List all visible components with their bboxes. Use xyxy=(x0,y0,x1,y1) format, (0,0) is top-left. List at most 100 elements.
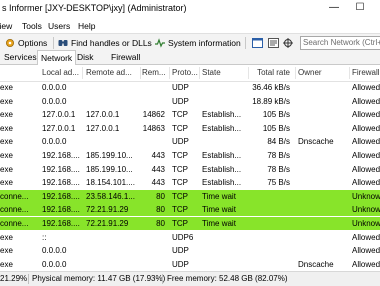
column-firewall[interactable]: Firewall xyxy=(352,65,380,81)
column-remote-address[interactable]: Remote ad... xyxy=(86,65,138,81)
cell-owner xyxy=(298,149,348,162)
cell-remote-port xyxy=(140,95,165,108)
cell-process: exe xyxy=(0,123,13,133)
cell-process: exe xyxy=(0,178,13,188)
properties-button[interactable] xyxy=(268,36,281,50)
column-total-rate[interactable]: Total rate xyxy=(250,65,290,81)
cell-protocol: TCP xyxy=(172,178,188,188)
menu-view[interactable]: View xyxy=(0,21,12,31)
menu-help[interactable]: Help xyxy=(78,21,95,31)
tab-services[interactable]: Services xyxy=(1,51,40,63)
system-information-button[interactable]: System information xyxy=(155,36,241,50)
table-row[interactable]: exe 0.0.0.0 UDP Dnscache Allowed xyxy=(0,258,380,271)
maximize-button[interactable]: ☐ xyxy=(348,0,372,18)
status-divider xyxy=(28,274,29,284)
table-row[interactable]: exe 127.0.0.1 127.0.0.1 14862 TCP Establish..… xyxy=(0,108,380,121)
cell-firewall: Allowed xyxy=(352,96,380,106)
table-row[interactable]: exe:: UDP6 Allowed xyxy=(0,231,380,244)
window-layout-button[interactable] xyxy=(252,36,265,50)
find-handles-button[interactable]: Find handles or DLLs xyxy=(58,36,152,50)
cell-firewall: Allowed xyxy=(352,164,380,174)
cell-local-address: 192.168.... xyxy=(42,178,80,188)
table-row[interactable]: exe 192.168.... 185.199.10... 443 TCP Establi… xyxy=(0,163,380,176)
cell-total-rate: 78 B/s xyxy=(267,151,290,160)
minimize-button[interactable]: — xyxy=(322,0,346,18)
cell-process: exe xyxy=(0,83,13,92)
cell-remote-port xyxy=(140,231,165,244)
cell-total-rate: 78 B/s xyxy=(267,164,290,174)
cell-owner xyxy=(298,176,348,189)
find-handles-label: Find handles or DLLs xyxy=(71,38,152,48)
options-label: Options xyxy=(18,38,48,48)
free-memory: Free memory: 52.48 GB (82.07%) xyxy=(167,274,288,283)
toolbar-divider xyxy=(53,37,54,49)
cell-firewall: Allowed xyxy=(352,110,380,120)
column-protocol[interactable]: Proto... xyxy=(172,65,198,81)
table-row[interactable]: conne... 192.168.... 72.21.91.29 80 TCP Time … xyxy=(0,217,380,230)
column-local-address[interactable]: Local ad... xyxy=(42,65,80,81)
cell-remote-port xyxy=(140,244,165,257)
physical-memory: Physical memory: 11.47 GB (17.93%) xyxy=(32,274,166,283)
table-row[interactable]: conne... 192.168.... 23.58.146.1... 80 TCP Ti… xyxy=(0,189,380,203)
target-button[interactable] xyxy=(283,36,296,50)
tab-firewall[interactable]: Firewall xyxy=(108,51,143,63)
cell-remote-address: 72.21.91.29 xyxy=(86,205,129,215)
cell-remote-address: 72.21.91.29 xyxy=(86,219,129,228)
cell-process: exe xyxy=(0,110,13,120)
toolbar-divider xyxy=(245,37,246,49)
cell-protocol: UDP xyxy=(172,96,189,106)
cell-remote-address: 185.199.10... xyxy=(86,151,133,160)
cell-owner: Dnscache xyxy=(298,137,334,147)
cell-state: Establish... xyxy=(202,178,242,188)
column-state[interactable]: State xyxy=(202,65,242,81)
table-row[interactable]: exe 0.0.0.0 UDP 18.89 kB/s Allowed xyxy=(0,95,380,108)
cell-total-rate xyxy=(250,231,290,244)
table-row[interactable]: exe 0.0.0.0 UDP Allowed xyxy=(0,244,380,257)
cell-total-rate: 75 B/s xyxy=(267,178,290,188)
column-divider xyxy=(82,67,83,79)
cell-state xyxy=(202,231,248,244)
cell-owner xyxy=(298,217,348,230)
cell-remote-port xyxy=(140,258,165,271)
cell-firewall: Allowed xyxy=(352,123,380,133)
cell-state: Time wait xyxy=(202,191,236,201)
table-row[interactable]: exe 127.0.0.1 127.0.0.1 14863 TCP Establish..… xyxy=(0,122,380,135)
cell-protocol: TCP xyxy=(172,123,188,133)
cell-protocol: UDP xyxy=(172,137,189,147)
table-row[interactable]: conne... 192.168.... 72.21.91.29 80 TCP Time … xyxy=(0,203,380,217)
tab-network[interactable]: Network xyxy=(37,50,77,65)
cell-owner xyxy=(298,244,348,257)
cell-remote-port: 14863 xyxy=(142,123,165,133)
column-owner[interactable]: Owner xyxy=(298,65,338,81)
cell-local-address: 192.168.... xyxy=(42,191,80,201)
cell-process: exe xyxy=(0,164,13,174)
search-input[interactable]: Search Network (Ctrl+ xyxy=(300,36,380,50)
menu-users[interactable]: Users xyxy=(48,21,70,31)
cell-remote-port xyxy=(140,81,165,94)
cell-remote-port: 80 xyxy=(156,205,165,215)
cell-owner xyxy=(298,122,348,135)
window-icon xyxy=(252,38,263,48)
cell-total-rate xyxy=(250,190,290,203)
column-divider xyxy=(169,67,170,79)
cell-local-address: :: xyxy=(42,232,47,242)
menu-tools[interactable]: Tools xyxy=(22,21,42,31)
table-row[interactable]: exe 0.0.0.0 UDP 36.46 kB/s Allowed xyxy=(0,81,380,94)
cell-process: exe xyxy=(0,137,13,147)
status-divider xyxy=(162,274,163,284)
window-title: s Informer [JXY-DESKTOP\jxy] (Administra… xyxy=(2,3,187,13)
options-button[interactable]: Options xyxy=(5,36,47,50)
table-row[interactable]: exe 0.0.0.0 UDP 84 B/s Dnscache Allowed xyxy=(0,135,380,148)
cell-state xyxy=(202,258,248,271)
cell-local-address: 0.0.0.0 xyxy=(42,246,67,256)
tab-disk[interactable]: Disk xyxy=(74,51,97,63)
cell-remote-address xyxy=(86,81,138,94)
cell-firewall: Allowed xyxy=(352,83,380,92)
column-remote-port[interactable]: Rem... xyxy=(142,65,167,81)
table-row[interactable]: exe 192.168.... 185.199.10... 443 TCP Establi… xyxy=(0,149,380,162)
cell-total-rate: 84 B/s xyxy=(267,137,290,147)
cell-process: conne... xyxy=(0,219,29,228)
chart-pulse-icon xyxy=(155,38,165,48)
table-row[interactable]: exe 192.168.... 18.154.101.... 443 TCP Establ… xyxy=(0,176,380,189)
column-divider xyxy=(140,67,141,79)
